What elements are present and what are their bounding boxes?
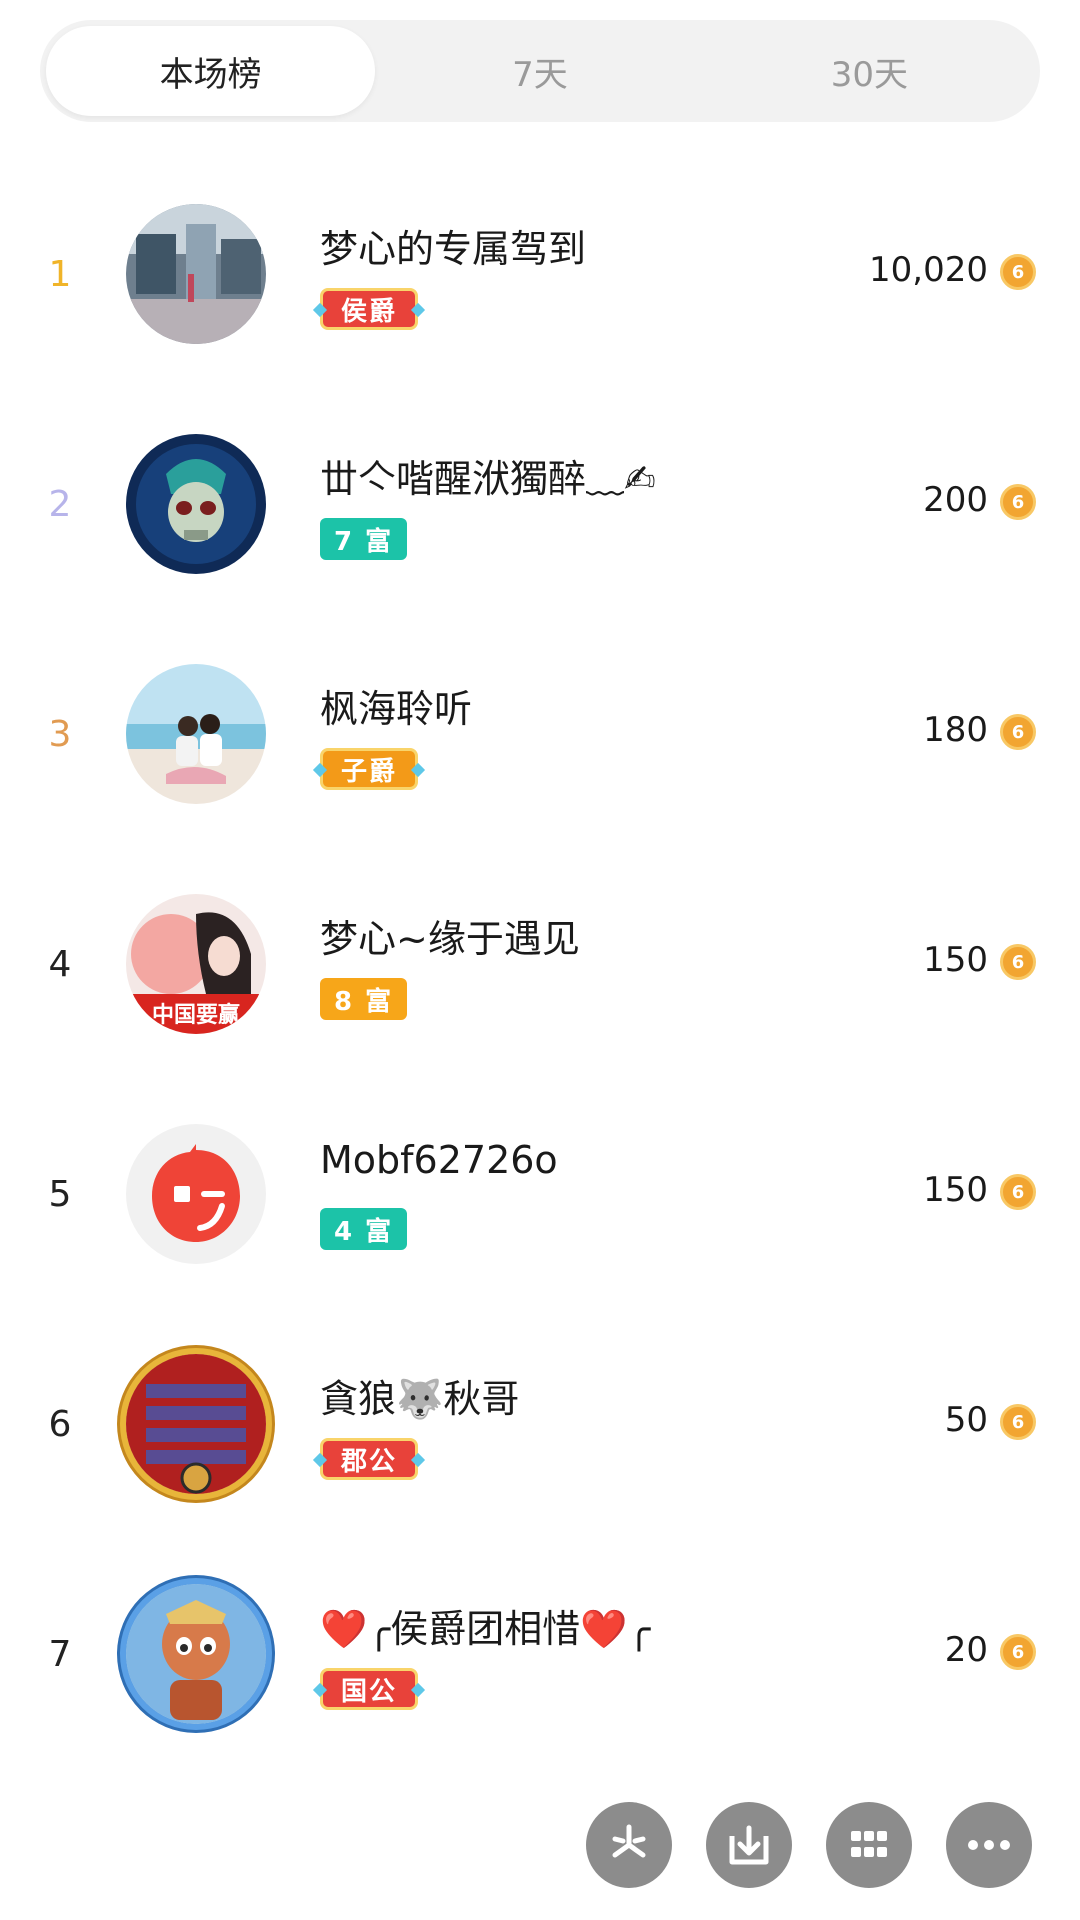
user-name[interactable]: Mobf62726o (320, 1138, 558, 1182)
noble-badge: 侯爵 (320, 288, 419, 330)
mall-photo-avatar[interactable] (126, 204, 266, 344)
game-character-avatar[interactable] (126, 1584, 266, 1724)
score-value: 20 (944, 1630, 988, 1670)
leaderboard-row-1[interactable]: 1 梦心的专属驾到 侯爵 10,020 6 (0, 160, 1080, 390)
noble-badge: 子爵 (320, 748, 419, 790)
user-name[interactable]: 梦心的专属驾到 (320, 218, 586, 273)
score-value: 180 (923, 710, 988, 750)
score-value: 150 (923, 940, 988, 980)
leaderboard-row-5[interactable]: 5 Mobf62726o 4 富 150 6 (0, 1080, 1080, 1310)
user-name[interactable]: 貪狼🐺秋哥 (320, 1368, 519, 1423)
score-value: 10,020 (869, 250, 988, 290)
coin-icon: 6 (1000, 1634, 1036, 1670)
more-icon[interactable] (946, 1802, 1032, 1888)
leaderboard-list: 1 梦心的专属驾到 侯爵 10,020 6 2 丗亽喈醒洑獨醉﹏✍ 7 富 20… (0, 160, 1080, 1770)
rank-number: 5 (48, 1174, 72, 1215)
leaderboard-row-7[interactable]: 7 ❤️╭侯爵团相惜❤️╭ 国公 20 6 (0, 1540, 1080, 1770)
coin-icon: 6 (1000, 1404, 1036, 1440)
rank-number: 3 (48, 714, 72, 755)
beach-couple-avatar[interactable] (126, 664, 266, 804)
user-name[interactable]: ❤️╭侯爵团相惜❤️╭ (320, 1598, 650, 1653)
svg-text:中国要赢: 中国要赢 (152, 1002, 240, 1028)
leaderboard-row-6[interactable]: 6 貪狼🐺秋哥 郡公 50 6 (0, 1310, 1080, 1540)
leaderboard-row-3[interactable]: 3 枫海聆听 子爵 180 6 (0, 620, 1080, 850)
user-name[interactable]: 丗亽喈醒洑獨醉﹏✍ (320, 448, 656, 503)
rank-number: 1 (48, 254, 72, 295)
coin-icon: 6 (1000, 1174, 1036, 1210)
coin-icon: 6 (1000, 944, 1036, 980)
leaderboard-row-2[interactable]: 2 丗亽喈醒洑獨醉﹏✍ 7 富 200 6 (0, 390, 1080, 620)
tab-7-days[interactable]: 7天 (375, 26, 704, 116)
rank-number: 2 (48, 484, 72, 525)
skull-avatar[interactable] (126, 434, 266, 574)
tab-30-days[interactable]: 30天 (705, 26, 1034, 116)
gold-frame-avatar[interactable] (126, 1354, 266, 1494)
download-icon[interactable] (706, 1802, 792, 1888)
wealth-badge: 4 富 (320, 1208, 408, 1250)
noble-badge: 国公 (320, 1668, 419, 1710)
score-value: 50 (944, 1400, 988, 1440)
rank-number: 6 (48, 1404, 72, 1445)
noble-badge: 郡公 (320, 1438, 419, 1480)
tab-this-session[interactable]: 本场榜 (46, 26, 376, 116)
coin-icon: 6 (1000, 714, 1036, 750)
pinwheel-icon[interactable] (586, 1802, 672, 1888)
wealth-badge: 8 富 (320, 978, 408, 1020)
coin-icon: 6 (1000, 254, 1036, 290)
user-name[interactable]: 梦心~缘于遇见 (320, 908, 580, 963)
user-name[interactable]: 枫海聆听 (320, 678, 472, 733)
leaderboard-tabs: 本场榜 7天 30天 (40, 20, 1040, 122)
winking-face-avatar[interactable] (126, 1124, 266, 1264)
grid-icon[interactable] (826, 1802, 912, 1888)
action-buttons (586, 1802, 1032, 1888)
coin-icon: 6 (1000, 484, 1036, 520)
rank-number: 7 (48, 1634, 72, 1675)
leaderboard-row-4[interactable]: 4 中国要赢 梦心~缘于遇见 8 富 150 6 (0, 850, 1080, 1080)
score-value: 150 (923, 1170, 988, 1210)
woman-photo-avatar[interactable]: 中国要赢 (126, 894, 266, 1034)
score-value: 200 (923, 480, 988, 520)
rank-number: 4 (48, 944, 72, 985)
wealth-badge: 7 富 (320, 518, 408, 560)
